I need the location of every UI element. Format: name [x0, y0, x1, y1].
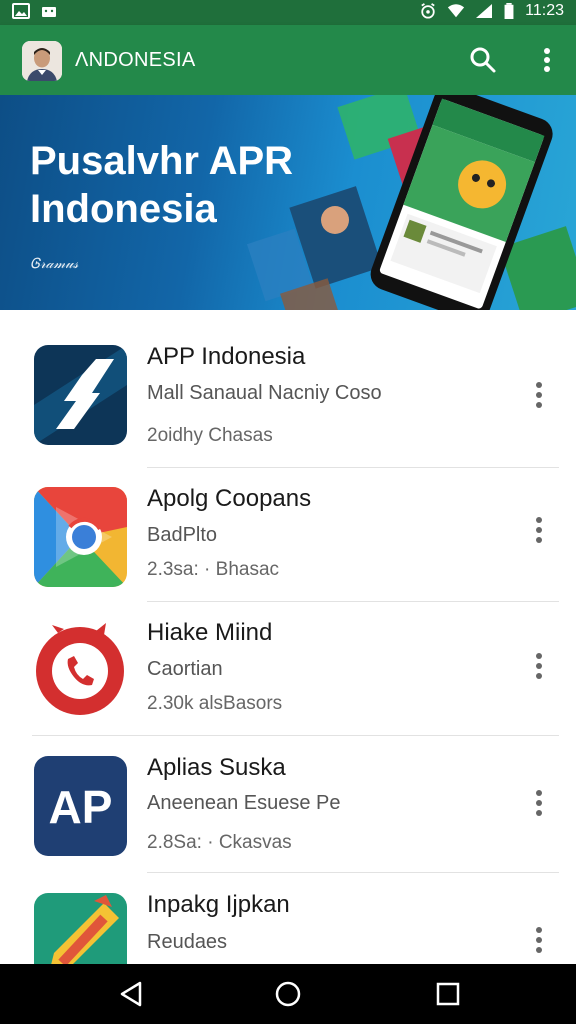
- nav-bar: [0, 964, 576, 1024]
- app-meta: 2oidhy Chasas: [147, 425, 273, 446]
- more-vert-icon[interactable]: [532, 380, 546, 410]
- stylized-s-icon: [34, 345, 127, 445]
- more-vert-icon[interactable]: [532, 515, 546, 545]
- list-item[interactable]: AP Aplias Suska Aneenean Esuese Pe 2.8Sa…: [0, 736, 576, 871]
- more-vert-icon[interactable]: [532, 925, 546, 955]
- more-vert-icon[interactable]: [535, 45, 559, 75]
- app-subtitle: BadPlto: [147, 524, 218, 546]
- back-icon[interactable]: [116, 979, 146, 1009]
- app-meta: 2.8Sa: · Ckasvas: [147, 832, 292, 853]
- app-subtitle: Caortian: [147, 658, 223, 680]
- wifi-icon: [448, 4, 465, 18]
- app-name: Hiake Miind: [147, 619, 273, 646]
- more-vert-icon[interactable]: [532, 788, 546, 818]
- banner-title: Pusalvhr APR Indonesia: [30, 137, 360, 233]
- app-name: Aplias Suska: [147, 754, 286, 781]
- banner-title-line2: Indonesia: [30, 187, 217, 231]
- list-item[interactable]: Hiake Miind Caortian 2.30k alsBasors: [0, 601, 576, 736]
- promo-banner[interactable]: Pusalvhr APR Indonesia Ꮆ𝓇𝒶𝓂𝓊𝓈: [0, 95, 576, 310]
- app-subtitle: Aneenean Esuese Pe: [147, 792, 341, 814]
- ap-logo-text: AP: [48, 781, 113, 833]
- avatar[interactable]: [22, 41, 62, 81]
- signal-icon: [476, 4, 493, 18]
- chrome-play-icon: [34, 487, 127, 587]
- app-meta: 2.3sa: · Bhasac: [147, 559, 280, 580]
- phone-badge-icon: [34, 621, 127, 721]
- app-title: ΛNDONESIA: [75, 49, 196, 71]
- app-meta: 2.30k alsBasors: [147, 693, 283, 714]
- list-item[interactable]: Apolg Coopans BadPlto 2.3sa: · Bhasac: [0, 467, 576, 602]
- banner-signature: Ꮆ𝓇𝒶𝓂𝓊𝓈: [30, 255, 79, 271]
- battery-icon: [504, 3, 514, 19]
- recents-icon[interactable]: [433, 979, 463, 1009]
- app-bar: ΛNDONESIA: [0, 25, 576, 95]
- app-name: Apolg Coopans: [147, 485, 312, 512]
- app-name: Inpakg Ijpkan: [147, 891, 290, 918]
- search-icon[interactable]: [468, 45, 498, 75]
- banner-title-line1: Pusalvhr APR: [30, 139, 294, 183]
- status-time: 11:23: [525, 2, 564, 19]
- status-bar: 11:23: [0, 0, 576, 25]
- home-icon[interactable]: [273, 979, 303, 1009]
- ap-logo-icon: AP: [34, 756, 127, 856]
- app-name: APP Indonesia: [147, 343, 306, 370]
- android-icon: [42, 7, 56, 17]
- alarm-icon: [421, 3, 435, 19]
- app-subtitle: Mall Sanaual Nacniy Coso: [147, 382, 382, 404]
- list-item[interactable]: APP Indonesia Mall Sanaual Nacniy Coso 2…: [0, 325, 576, 460]
- more-vert-icon[interactable]: [532, 651, 546, 681]
- image-icon: [12, 3, 30, 19]
- app-subtitle: Reudaes: [147, 931, 228, 953]
